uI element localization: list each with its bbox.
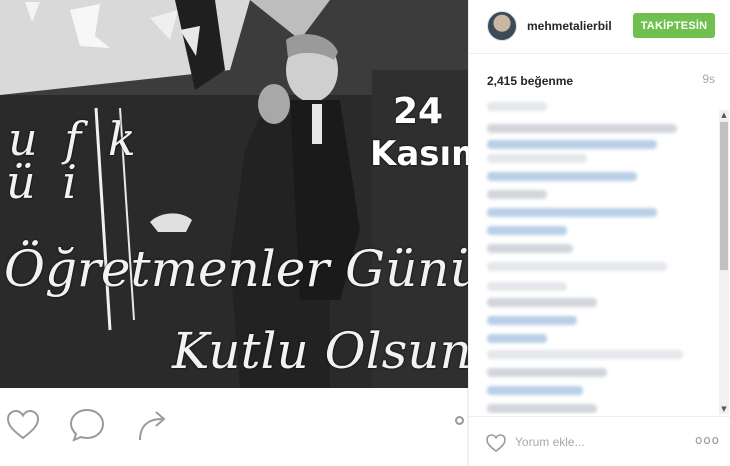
scroll-down-arrow-icon[interactable]: ▼ <box>719 404 729 414</box>
likes-row: 2,415 beğenme 9s <box>487 72 715 88</box>
scroll-thumb[interactable] <box>720 122 728 270</box>
date-day: 24 <box>392 91 444 132</box>
post-header: mehmetalierbil TAKİPTESİN <box>469 0 730 54</box>
blurred-comment <box>487 282 567 291</box>
blurred-comment <box>487 404 597 413</box>
blurred-comment <box>487 334 547 343</box>
blurred-comment <box>487 350 683 359</box>
chalk-letters-second: ü i <box>6 155 83 209</box>
share-arrow-icon[interactable] <box>134 406 172 444</box>
comments-scrollbar[interactable]: ▲ ▼ <box>719 110 729 414</box>
blurred-comment <box>487 386 583 395</box>
carousel-dot-icon <box>455 416 464 425</box>
blurred-comment <box>487 262 667 271</box>
blurred-comment <box>487 154 587 163</box>
greeting-line-2: Kutlu Olsun <box>172 322 468 380</box>
blurred-comment <box>487 102 547 111</box>
blurred-comment <box>487 244 573 253</box>
avatar[interactable] <box>487 11 517 41</box>
scroll-up-arrow-icon[interactable]: ▲ <box>719 110 729 120</box>
blurred-comment <box>487 172 637 181</box>
date-month: Kasım <box>370 134 468 174</box>
username-link[interactable]: mehmetalierbil <box>527 19 612 33</box>
post-photo[interactable]: u f k ü i Öğretmenler Gününüz Kutlu Olsu… <box>0 0 468 388</box>
blurred-comment <box>487 298 597 307</box>
blurred-comment <box>487 140 657 149</box>
post-sidebar: mehmetalierbil TAKİPTESİN 2,415 beğenme … <box>468 0 730 466</box>
post-action-bar <box>0 388 468 466</box>
comment-input[interactable] <box>515 431 655 453</box>
post-age[interactable]: 9s <box>702 72 715 86</box>
blurred-comment <box>487 368 607 377</box>
following-button[interactable]: TAKİPTESİN <box>633 13 715 38</box>
blurred-comment <box>487 316 577 325</box>
blurred-comment <box>487 208 657 217</box>
blurred-comment <box>487 226 567 235</box>
blurred-comment <box>487 124 677 133</box>
greeting-line-1: Öğretmenler Gününüz <box>4 240 468 298</box>
heart-outline-icon[interactable] <box>4 406 42 444</box>
date-label: 24 Kasım <box>370 90 468 174</box>
comment-bar: ooo <box>469 416 730 466</box>
comments-list <box>483 98 719 414</box>
speech-bubble-icon[interactable] <box>68 406 106 444</box>
likes-count[interactable]: 2,415 beğenme <box>487 74 573 88</box>
more-options-button[interactable]: ooo <box>695 433 720 447</box>
heart-outline-icon[interactable] <box>485 432 507 454</box>
blurred-comment <box>487 190 547 199</box>
